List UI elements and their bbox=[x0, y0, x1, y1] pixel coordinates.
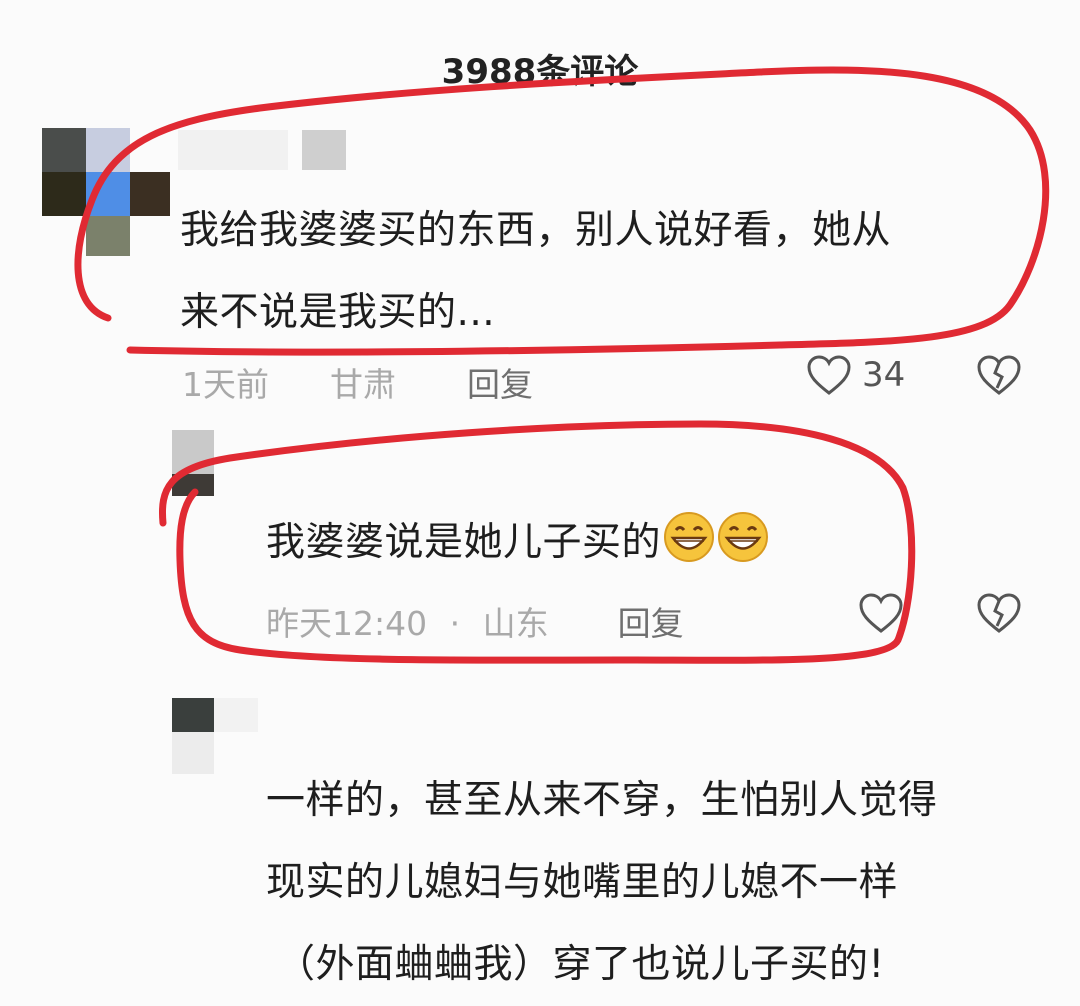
avatar[interactable] bbox=[172, 698, 262, 774]
avatar[interactable] bbox=[172, 430, 232, 496]
comment-text: 我给我婆婆买的东西，别人说好看，她从 来不说是我买的... bbox=[180, 208, 892, 335]
like-count: 34 bbox=[862, 355, 906, 395]
reply-button[interactable]: 回复 bbox=[467, 365, 533, 404]
comment-location: 山东 bbox=[482, 604, 549, 643]
comment-count-title: 3988条评论 bbox=[441, 52, 639, 92]
broken-heart-icon bbox=[977, 593, 1021, 633]
comment-meta: 1天前 甘肃 回复 bbox=[182, 358, 533, 406]
comment-meta: 昨天12:40 · 山东 回复 bbox=[266, 597, 684, 645]
dislike-button[interactable] bbox=[976, 354, 1022, 400]
comment-time: 1天前 bbox=[182, 365, 269, 404]
comment-text: 我婆婆说是她儿子买的 bbox=[266, 502, 1026, 584]
username-blurred[interactable] bbox=[178, 130, 288, 170]
username-blurred[interactable] bbox=[302, 130, 346, 170]
heart-icon bbox=[807, 355, 851, 395]
meta-separator: · bbox=[449, 604, 461, 643]
broken-heart-icon bbox=[977, 355, 1021, 395]
comment-location: 甘肃 bbox=[330, 365, 396, 404]
comment-time: 昨天12:40 bbox=[266, 604, 428, 643]
like-button[interactable]: 34 bbox=[806, 354, 905, 396]
avatar[interactable] bbox=[42, 128, 172, 256]
dislike-button[interactable] bbox=[976, 592, 1022, 638]
reply-button[interactable]: 回复 bbox=[618, 604, 684, 643]
like-button[interactable] bbox=[858, 592, 904, 634]
grinning-emoji-icon bbox=[718, 512, 769, 562]
heart-icon bbox=[859, 593, 903, 633]
comment-text: 一样的，甚至从来不穿，生怕别人觉得 现实的儿媳妇与她嘴里的儿媳不一样 （外面蛐蛐… bbox=[266, 778, 938, 987]
grinning-emoji-icon bbox=[664, 512, 715, 562]
